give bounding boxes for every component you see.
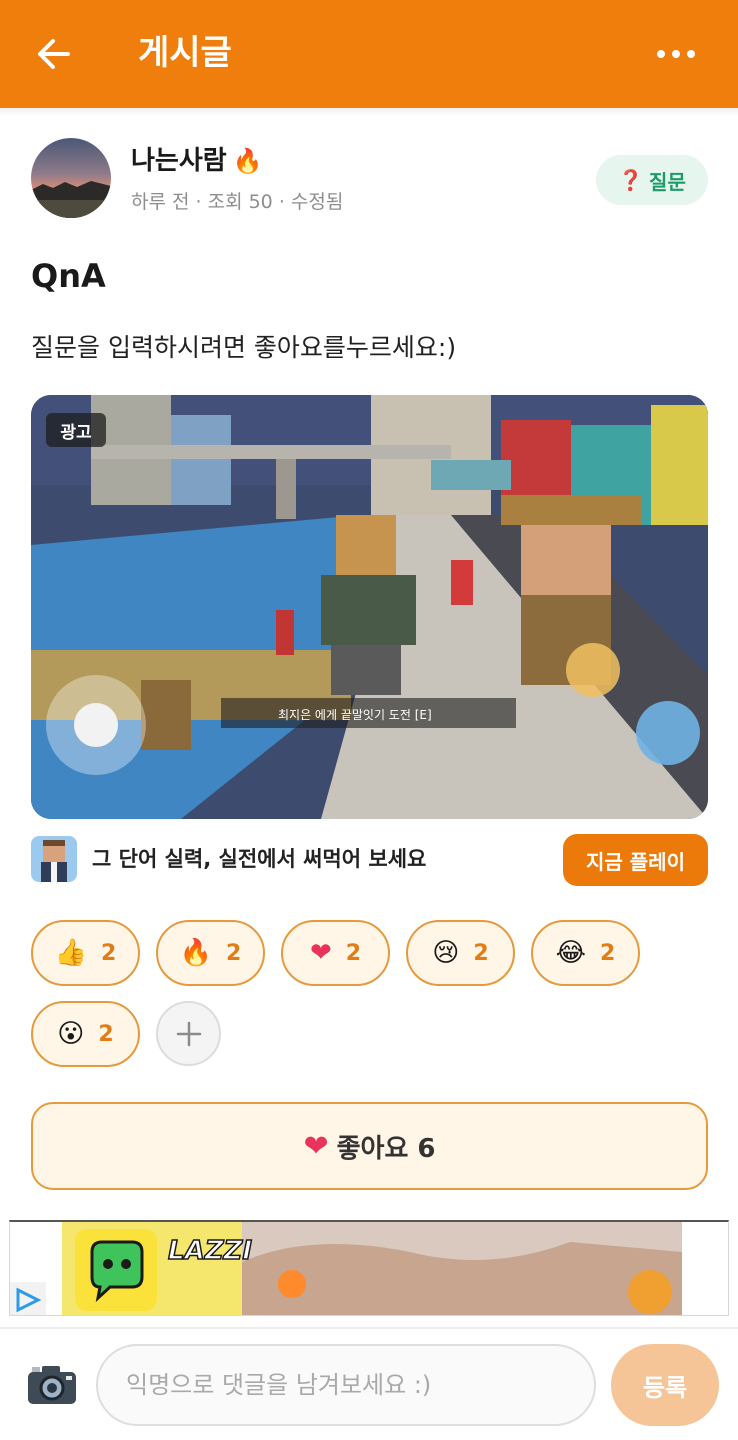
reaction-fire[interactable]: 🔥 2	[156, 920, 265, 986]
ad-image[interactable]	[31, 395, 708, 819]
page-title: 게시글	[138, 33, 232, 73]
post-body: 질문을 입력하시려면 좋아요를누르세요:)	[31, 333, 457, 362]
add-reaction-button[interactable]	[156, 1001, 221, 1066]
comment-input[interactable]	[96, 1344, 596, 1426]
more-horizontal-icon	[657, 50, 695, 58]
ad-choices-icon[interactable]	[10, 1282, 46, 1315]
thumbs-up-icon: 👍	[54, 938, 88, 968]
laughing-face-icon: 😂	[555, 938, 587, 968]
question-icon: ❓	[618, 168, 644, 192]
arrow-left-icon	[38, 39, 70, 69]
reaction-count: 2	[98, 1021, 114, 1047]
fire-icon: 🔥	[179, 938, 213, 968]
category-badge: ❓ 질문	[596, 155, 708, 205]
reaction-crying[interactable]: 😢 2	[406, 920, 515, 986]
reaction-count: 2	[226, 940, 242, 966]
app-bar-shadow	[0, 108, 738, 116]
submit-comment-button[interactable]: 등록	[611, 1344, 719, 1426]
surprised-face-icon: 😮	[57, 1019, 85, 1049]
reaction-heart[interactable]: ❤ 2	[281, 920, 390, 986]
ad-app-icon[interactable]	[31, 836, 77, 882]
post-title: QnA	[31, 257, 106, 295]
reaction-count: 2	[345, 940, 362, 966]
play-now-button[interactable]: 지금 플레이	[563, 834, 708, 886]
banner-brand: LAZZI	[167, 1235, 253, 1267]
reaction-count: 2	[473, 940, 489, 966]
back-button[interactable]	[30, 30, 78, 78]
camera-button[interactable]	[26, 1362, 78, 1408]
post-meta: 하루 전 · 조회 50 · 수정됨	[131, 191, 344, 213]
heart-icon: ❤	[309, 938, 332, 968]
ad-game-caption: 최지은 에게 끝말잇기 도전 [E]	[278, 708, 432, 722]
reaction-laughing[interactable]: 😂 2	[531, 920, 640, 986]
reaction-count: 2	[600, 940, 616, 966]
avatar[interactable]	[31, 138, 111, 218]
author-name[interactable]: 나는사람	[131, 144, 227, 178]
reaction-count: 2	[101, 940, 117, 966]
crying-face-icon: 😢	[432, 938, 460, 968]
app-bar: 게시글	[0, 0, 738, 108]
ad-label: 광고	[46, 413, 106, 447]
plus-icon	[176, 1021, 201, 1046]
category-label: 질문	[649, 169, 686, 194]
ad-description: 그 단어 실력, 실전에서 써먹어 보세요	[92, 847, 427, 871]
fire-icon: 🔥	[232, 147, 263, 175]
like-button[interactable]: ❤ 좋아요 6	[31, 1102, 708, 1190]
comment-bar-divider	[0, 1327, 738, 1329]
camera-icon	[28, 1366, 76, 1404]
banner-ad[interactable]: LAZZI	[9, 1220, 729, 1316]
like-label: 좋아요 6	[336, 1133, 436, 1164]
reaction-thumbs-up[interactable]: 👍 2	[31, 920, 140, 986]
more-options-button[interactable]	[652, 34, 700, 74]
heart-icon: ❤	[303, 1128, 329, 1164]
reaction-surprised[interactable]: 😮 2	[31, 1001, 140, 1067]
author-row: 나는사람 🔥	[131, 144, 263, 178]
